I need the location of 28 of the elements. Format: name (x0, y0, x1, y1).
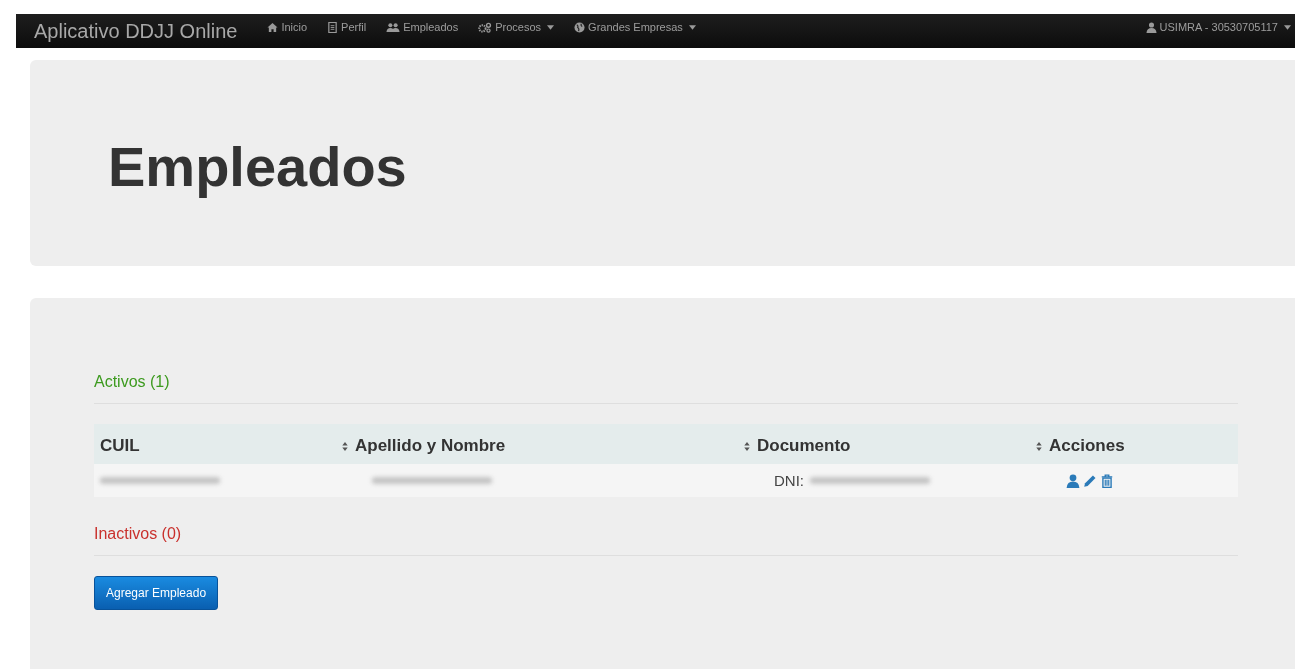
nav-link[interactable]: Grandes Empresas (564, 21, 706, 33)
document-label: DNI: (774, 472, 804, 489)
nav-link[interactable]: Empleados (376, 21, 469, 33)
sort-icon[interactable] (342, 442, 348, 451)
add-employee-button[interactable]: Agregar Empleado (94, 576, 219, 610)
user-menu[interactable]: USIMRA - 30530705117 (1135, 21, 1295, 33)
user-icon[interactable] (1066, 473, 1080, 488)
column-header: Acciones (1049, 436, 1125, 455)
globe-icon (574, 21, 586, 33)
brand-link[interactable]: Aplicativo DDJJ Online (16, 19, 258, 43)
column-header: CUIL (100, 436, 140, 455)
document-icon (327, 21, 339, 33)
users-icon (386, 21, 401, 33)
section-title: Inactivos (0) (94, 525, 1238, 556)
pencil-icon[interactable] (1083, 473, 1097, 488)
sort-icon[interactable] (1036, 442, 1042, 451)
user-icon (1145, 21, 1157, 33)
trash-icon[interactable] (1100, 473, 1114, 488)
sort-icon[interactable] (744, 442, 750, 451)
nav-link[interactable]: Procesos (468, 21, 565, 33)
gears-icon (478, 21, 493, 33)
nav-link[interactable]: Inicio (257, 21, 318, 33)
section-title: Activos (1) (94, 373, 1238, 404)
home-icon (267, 21, 279, 33)
page-title: Empleados (108, 133, 407, 199)
column-header: Documento (757, 436, 851, 455)
nav-link[interactable]: Perfil (317, 21, 377, 33)
column-header: Apellido y Nombre (355, 436, 506, 455)
